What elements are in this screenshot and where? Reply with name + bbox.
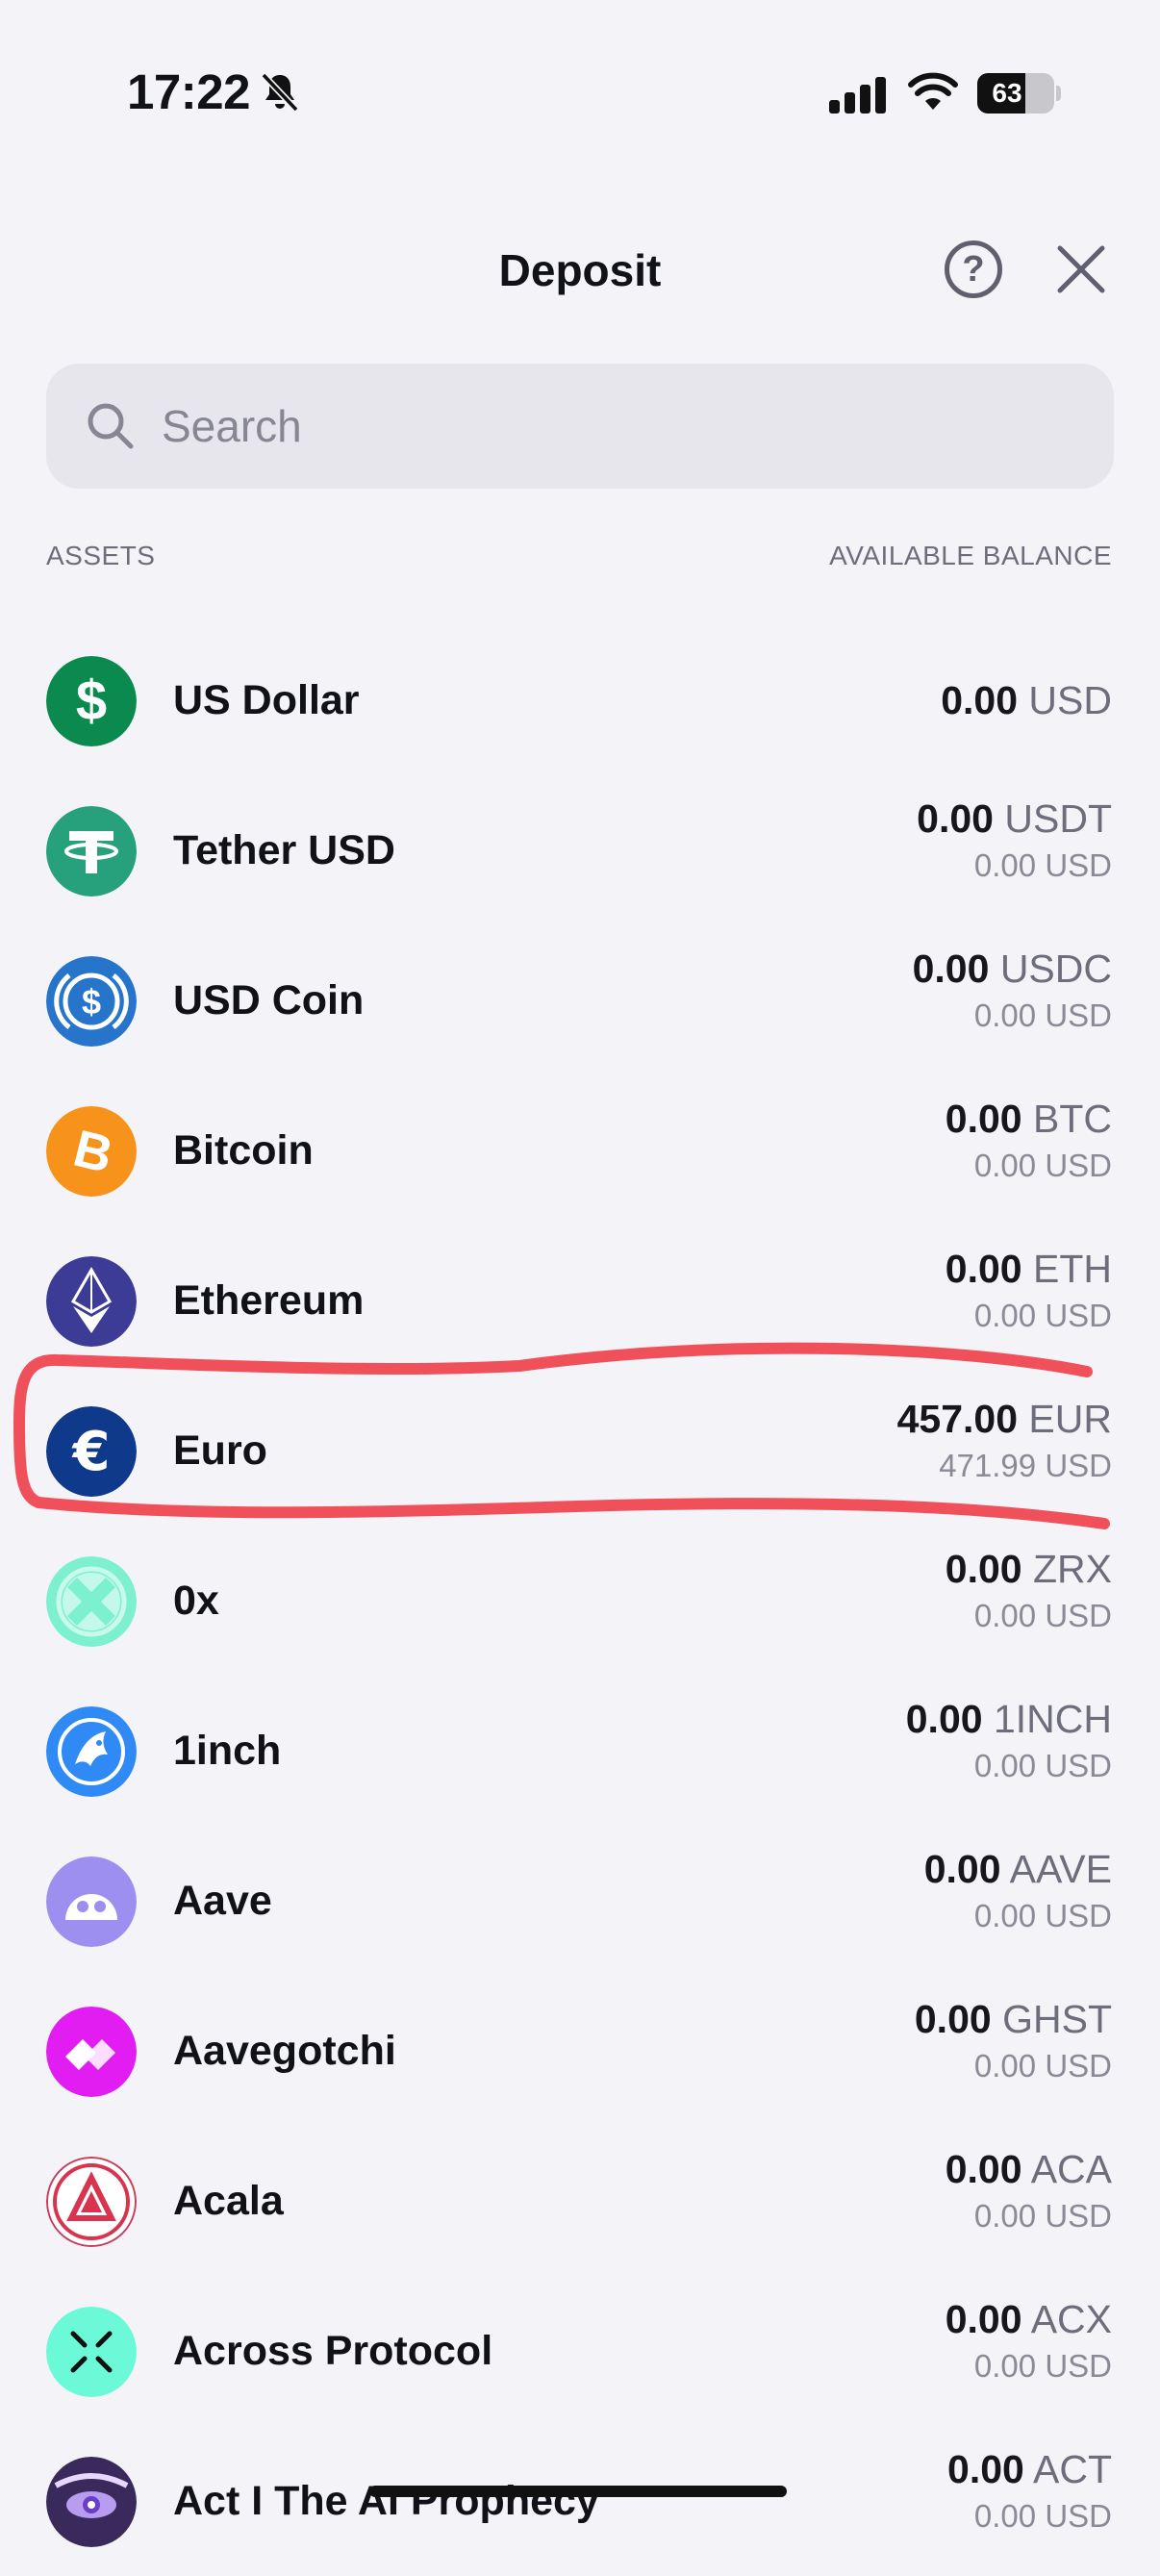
svg-text:$: $ (76, 669, 107, 732)
home-indicator[interactable] (369, 2486, 787, 2497)
asset-row-us-dollar[interactable]: $ US Dollar 0.00 USD (0, 625, 1160, 775)
asset-row-aavegotchi[interactable]: Aavegotchi 0.00 GHST 0.00 USD (0, 1976, 1160, 2126)
status-bar: 17:22 63 (0, 0, 1160, 173)
balance-column-header: AVAILABLE BALANCE (829, 541, 1112, 570)
svg-text:€: € (71, 1421, 111, 1483)
aave-icon (46, 1856, 137, 1947)
asset-row-bitcoin[interactable]: B Bitcoin 0.00 BTC 0.00 USD (0, 1075, 1160, 1225)
asset-name: USD Coin (173, 977, 365, 1023)
asset-balance: 0.00 USDT 0.00 USD (917, 796, 1112, 883)
asset-balance: 0.00 ACT 0.00 USD (947, 2447, 1112, 2534)
asset-name: Aave (173, 1878, 272, 1924)
asset-balance: 0.00 ACA 0.00 USD (945, 2147, 1112, 2234)
ethereum-icon (46, 1256, 137, 1347)
asset-name: Tether USD (173, 827, 395, 873)
asset-row-euro[interactable]: € Euro 457.00 EUR 471.99 USD (0, 1376, 1160, 1526)
status-time: 17:22 (127, 64, 250, 119)
asset-name: Ethereum (173, 1277, 365, 1324)
1inch-icon (46, 1706, 137, 1797)
cellular-signal-icon (829, 77, 886, 114)
header: Deposit ? (0, 221, 1160, 317)
assets-column-header: ASSETS (46, 541, 156, 570)
asset-name: Bitcoin (173, 1127, 314, 1174)
asset-balance: 0.00 GHST 0.00 USD (914, 1997, 1112, 2084)
asset-name: Acala (173, 2178, 284, 2224)
asset-balance: 0.00 USD (941, 678, 1112, 722)
asset-row-tether-usd[interactable]: Tether USD 0.00 USDT 0.00 USD (0, 775, 1160, 925)
euro-icon: € (46, 1406, 137, 1497)
asset-row-acala[interactable]: Acala 0.00 ACA 0.00 USD (0, 2126, 1160, 2276)
asset-row-across-protocol[interactable]: Across Protocol 0.00 ACX 0.00 USD (0, 2276, 1160, 2426)
asset-row-usd-coin[interactable]: $ USD Coin 0.00 USDC 0.00 USD (0, 925, 1160, 1075)
asset-row-ethereum[interactable]: Ethereum 0.00 ETH 0.00 USD (0, 1225, 1160, 1376)
search-icon (88, 403, 134, 449)
bitcoin-icon: B (46, 1106, 137, 1197)
asset-name: Across Protocol (173, 2328, 493, 2374)
tether-icon (46, 806, 137, 897)
asset-name: 0x (173, 1578, 219, 1624)
us-dollar-icon: $ (46, 656, 137, 746)
wifi-icon (908, 72, 958, 110)
battery-icon: 63 (977, 73, 1054, 114)
bell-muted-icon (261, 72, 299, 113)
asset-balance: 457.00 EUR 471.99 USD (896, 1397, 1112, 1483)
asset-row-aave[interactable]: Aave 0.00 AAVE 0.00 USD (0, 1826, 1160, 1976)
close-icon[interactable] (1052, 240, 1110, 298)
asset-balance: 0.00 BTC 0.00 USD (945, 1097, 1112, 1183)
asset-list: $ US Dollar 0.00 USD Tether USD 0.00 USD… (0, 625, 1160, 2576)
asset-row-act-i-the-ai-prophecy[interactable]: Act I The AI Prophecy 0.00 ACT 0.00 USD (0, 2426, 1160, 2576)
aavegotchi-icon (46, 2007, 137, 2097)
asset-name: Act I The AI Prophecy (173, 2478, 599, 2524)
asset-name: 1inch (173, 1728, 282, 1774)
asset-balance: 0.00 ZRX 0.00 USD (945, 1547, 1112, 1633)
asset-row-1inch[interactable]: 1inch 0.00 1INCH 0.00 USD (0, 1676, 1160, 1826)
search-bar[interactable] (46, 364, 1114, 489)
asset-name: Euro (173, 1427, 267, 1474)
asset-balance: 0.00 ETH 0.00 USD (945, 1247, 1112, 1333)
zrx-icon (46, 1556, 137, 1647)
asset-row-0x[interactable]: 0x 0.00 ZRX 0.00 USD (0, 1526, 1160, 1676)
svg-text:$: $ (82, 982, 101, 1022)
acala-icon (46, 2157, 137, 2247)
asset-balance: 0.00 ACX 0.00 USD (945, 2297, 1112, 2384)
asset-balance: 0.00 1INCH 0.00 USD (905, 1697, 1112, 1783)
search-input[interactable] (162, 364, 1085, 489)
across-protocol-icon (46, 2307, 137, 2397)
asset-balance: 0.00 USDC 0.00 USD (912, 947, 1112, 1033)
asset-name: Aavegotchi (173, 2028, 396, 2074)
asset-balance: 0.00 AAVE 0.00 USD (923, 1847, 1112, 1933)
usd-coin-icon: $ (46, 956, 137, 1047)
battery-level: 63 (992, 78, 1022, 108)
act-icon (46, 2457, 137, 2547)
help-button[interactable]: ? (945, 240, 1002, 298)
asset-name: US Dollar (173, 677, 360, 723)
